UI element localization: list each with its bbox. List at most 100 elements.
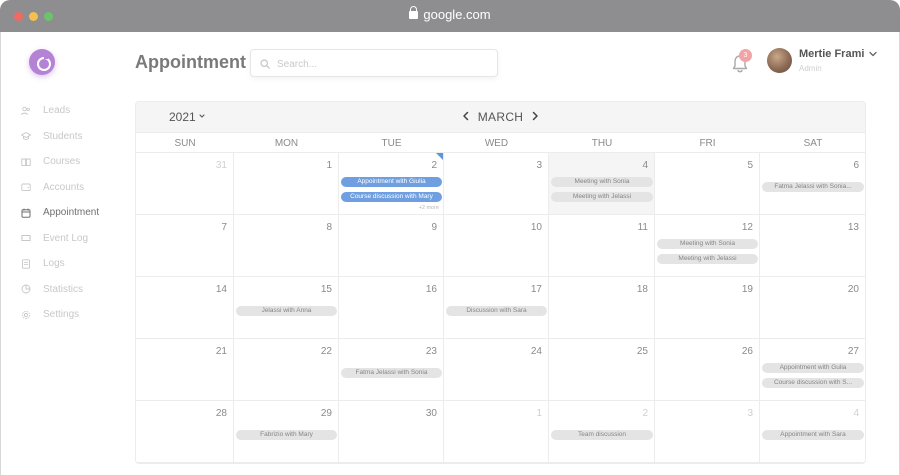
day-number: 24 bbox=[530, 346, 542, 357]
day-cell[interactable]: 28 bbox=[136, 401, 234, 463]
day-number: 14 bbox=[215, 284, 227, 295]
day-cell[interactable]: 25 bbox=[549, 339, 655, 401]
sidebar-item-students[interactable]: Students bbox=[21, 124, 131, 150]
sidebar-item-courses[interactable]: Courses bbox=[21, 149, 131, 175]
calendar-event[interactable]: Appointment with Giulia bbox=[341, 177, 442, 187]
previous-month-button[interactable] bbox=[460, 110, 472, 122]
day-cell[interactable]: 26 bbox=[655, 339, 760, 401]
sidebar-item-label: Event Log bbox=[43, 232, 89, 244]
sidebar-item-settings[interactable]: Settings bbox=[21, 302, 131, 328]
day-cell[interactable]: 21 bbox=[136, 339, 234, 401]
day-cell[interactable]: 2 Team discussion bbox=[549, 401, 655, 463]
day-number: 6 bbox=[853, 160, 859, 171]
day-number: 3 bbox=[747, 408, 753, 419]
lock-icon bbox=[409, 6, 419, 19]
calendar-event[interactable]: Meeting with Jelassi bbox=[657, 253, 758, 264]
weekday-label: WED bbox=[484, 138, 509, 149]
day-cell[interactable]: 2 Appointment with Giulia Course discussio… bbox=[339, 153, 444, 215]
day-cell[interactable]: 12 Meeting with Sonia Meeting with Jelassi bbox=[655, 215, 760, 277]
book-icon bbox=[21, 157, 31, 167]
calendar-event[interactable]: Fabrizio with Mary bbox=[236, 430, 337, 440]
next-month-button[interactable] bbox=[529, 110, 541, 122]
search-input[interactable] bbox=[277, 55, 487, 73]
event-indicator-flag bbox=[436, 153, 443, 160]
day-cell[interactable]: 19 bbox=[655, 277, 760, 339]
day-cell[interactable]: 11 bbox=[549, 215, 655, 277]
page-title: Appointment bbox=[135, 52, 246, 72]
calendar-event[interactable]: Appointment with Sara bbox=[762, 430, 864, 440]
weekday-label: SAT bbox=[803, 138, 823, 149]
day-cell[interactable]: 16 bbox=[339, 277, 444, 339]
day-cell[interactable]: 27 Appointment with Gulia Course discussio… bbox=[760, 339, 865, 401]
calendar-event[interactable]: Discussion with Sara bbox=[446, 306, 547, 316]
day-number: 2 bbox=[642, 408, 648, 419]
more-events-link[interactable]: +2 more bbox=[419, 205, 439, 211]
calendar-event[interactable]: Meeting with Jelassi bbox=[551, 191, 653, 202]
calendar-event[interactable]: Course discussion with S... bbox=[762, 377, 864, 388]
day-cell[interactable]: 3 bbox=[444, 153, 549, 215]
calendar-event[interactable]: Meeting with Sonia bbox=[657, 239, 758, 249]
day-cell[interactable]: 4 Appointment with Sara bbox=[760, 401, 865, 463]
app-logo[interactable] bbox=[29, 49, 55, 75]
search-box[interactable] bbox=[250, 49, 498, 77]
day-number: 23 bbox=[425, 346, 437, 357]
day-cell[interactable]: 9 bbox=[339, 215, 444, 277]
day-number: 16 bbox=[425, 284, 437, 295]
calendar-event[interactable]: Team discussion bbox=[551, 430, 653, 440]
day-cell[interactable]: 10 bbox=[444, 215, 549, 277]
users-icon bbox=[21, 106, 31, 116]
calendar-event[interactable]: Fatma Jelassi with Sonia bbox=[341, 368, 442, 378]
day-cell[interactable]: 3 bbox=[655, 401, 760, 463]
day-cell[interactable]: 23 Fatma Jelassi with Sonia bbox=[339, 339, 444, 401]
day-cell[interactable]: 22 bbox=[234, 339, 339, 401]
day-cell[interactable]: 29 Fabrizio with Mary bbox=[234, 401, 339, 463]
sidebar-item-statistics[interactable]: Statistics bbox=[21, 277, 131, 303]
weekday-label: FRI bbox=[699, 138, 716, 149]
day-cell[interactable]: 30 bbox=[339, 401, 444, 463]
sidebar-item-accounts[interactable]: Accounts bbox=[21, 175, 131, 201]
calendar-event[interactable]: Fatma Jelassi with Sonia... bbox=[762, 182, 864, 192]
day-cell[interactable]: 1 bbox=[234, 153, 339, 215]
day-cell[interactable]: 31 bbox=[136, 153, 234, 215]
day-cell[interactable]: 6 Fatma Jelassi with Sonia... bbox=[760, 153, 865, 215]
calendar-event[interactable]: Meeting with Sonia bbox=[551, 177, 653, 187]
calendar-event[interactable]: Appointment with Gulia bbox=[762, 363, 864, 373]
ticket-icon bbox=[21, 233, 31, 243]
sidebar-item-event-log[interactable]: Event Log bbox=[21, 226, 131, 252]
day-cell[interactable]: 14 bbox=[136, 277, 234, 339]
day-number: 19 bbox=[741, 284, 753, 295]
day-cell[interactable]: 18 bbox=[549, 277, 655, 339]
day-number: 25 bbox=[636, 346, 648, 357]
day-cell[interactable]: 13 bbox=[760, 215, 865, 277]
app-window: Leads Students Courses Accounts Appointment E… bbox=[0, 32, 900, 475]
user-name[interactable]: Mertie Frami bbox=[799, 48, 864, 60]
weekday-label: THU bbox=[591, 138, 613, 149]
day-cell[interactable]: 4 Meeting with Sonia Meeting with Jelassi bbox=[549, 153, 655, 215]
day-cell[interactable]: 20 bbox=[760, 277, 865, 339]
day-cell[interactable]: 1 bbox=[444, 401, 549, 463]
day-cell[interactable]: 7 bbox=[136, 215, 234, 277]
day-number: 31 bbox=[215, 160, 227, 171]
calendar-event[interactable]: Jelassi with Anna bbox=[236, 306, 337, 316]
sidebar-item-leads[interactable]: Leads bbox=[21, 98, 131, 124]
sidebar-item-logs[interactable]: Logs bbox=[21, 251, 131, 277]
sidebar-item-label: Logs bbox=[43, 258, 65, 270]
calendar-event[interactable]: Course discussion with Mary bbox=[341, 191, 442, 202]
day-number: 1 bbox=[326, 160, 332, 171]
weekday-label: SUN bbox=[174, 138, 196, 149]
sidebar-item-appointment[interactable]: Appointment bbox=[21, 200, 131, 226]
address-bar[interactable]: google.com bbox=[0, 6, 900, 22]
day-cell[interactable]: 17 Discussion with Sara bbox=[444, 277, 549, 339]
month-navigation: MARCH bbox=[136, 110, 865, 124]
day-number: 3 bbox=[536, 160, 542, 171]
day-cell[interactable]: 15 Jelassi with Anna bbox=[234, 277, 339, 339]
day-cell[interactable]: 8 bbox=[234, 215, 339, 277]
sidebar: Leads Students Courses Accounts Appointment E… bbox=[21, 98, 131, 328]
avatar[interactable] bbox=[767, 48, 792, 73]
weekday-header-row: SUN MON TUE WED THU FRI SAT bbox=[136, 133, 865, 153]
day-cell[interactable]: 24 bbox=[444, 339, 549, 401]
chevron-down-icon[interactable] bbox=[868, 50, 878, 58]
sidebar-item-label: Leads bbox=[43, 105, 71, 117]
day-number: 9 bbox=[431, 222, 437, 233]
day-cell[interactable]: 5 bbox=[655, 153, 760, 215]
